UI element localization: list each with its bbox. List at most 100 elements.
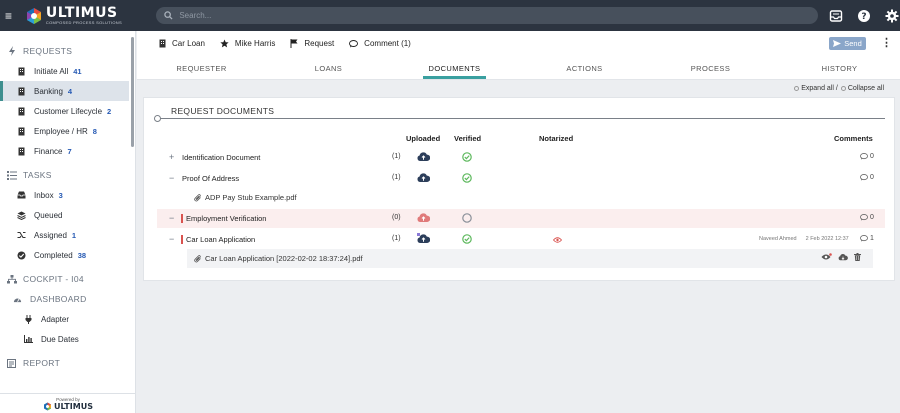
- sidebar-scrollbar[interactable]: [131, 37, 134, 147]
- file-row[interactable]: Car Loan Application [2022-02-02 18:37:2…: [187, 249, 873, 268]
- tab-history[interactable]: HISTORY: [787, 56, 892, 80]
- file-link[interactable]: Car Loan Application [2022-02-02 18:37:2…: [205, 254, 363, 263]
- send-icon: [833, 40, 842, 47]
- building-icon: [17, 147, 26, 156]
- app-logo[interactable]: ULTIMUS COMPOSED PROCESS SOLUTIONS: [25, 6, 142, 25]
- case-comment[interactable]: Comment (1): [349, 39, 411, 48]
- help-icon[interactable]: ?: [856, 8, 872, 24]
- search-bar[interactable]: [156, 7, 818, 24]
- document-row[interactable]: + Identification Document (1) 0: [157, 148, 885, 167]
- sidebar-item-due-dates[interactable]: Due Dates: [0, 329, 135, 349]
- verified-check-icon[interactable]: [462, 234, 472, 246]
- tab-bar: REQUESTER LOANS DOCUMENTS ACTIONS PROCES…: [137, 56, 900, 80]
- document-row[interactable]: − Car Loan Application (1) Naveed Ahmed 2…: [157, 230, 885, 249]
- sidebar-item-employee-hr[interactable]: Employee / HR 8: [0, 121, 135, 141]
- building-icon: [17, 127, 26, 136]
- comment-count[interactable]: 0: [860, 174, 874, 181]
- case-type[interactable]: Car Loan: [159, 39, 205, 48]
- building-icon: [159, 39, 166, 48]
- document-row[interactable]: − Proof Of Address (1) 0: [157, 169, 885, 188]
- cloud-upload-icon[interactable]: [417, 212, 431, 225]
- sidebar-section-requests[interactable]: REQUESTS: [0, 41, 135, 61]
- bar-chart-icon: [24, 335, 33, 343]
- card-collapse-toggle[interactable]: [154, 115, 161, 122]
- sidebar-item-completed[interactable]: Completed 38: [0, 245, 135, 265]
- split-arrow-icon: [17, 231, 26, 239]
- expand-collapse-controls: Expand all / Collapse all: [137, 80, 900, 96]
- cloud-upload-icon[interactable]: [417, 172, 431, 185]
- sidebar-item-banking[interactable]: Banking 4: [0, 81, 129, 101]
- notarized-eye-icon[interactable]: [552, 236, 563, 245]
- col-verified: Verified: [454, 134, 482, 143]
- more-options-icon[interactable]: ⋮: [881, 37, 892, 50]
- sidebar-item-initiate-all[interactable]: Initiate All 41: [0, 61, 135, 81]
- building-icon: [17, 67, 26, 76]
- collapse-icon[interactable]: −: [169, 235, 174, 244]
- verified-check-icon[interactable]: [462, 152, 472, 164]
- comment-count[interactable]: 1: [860, 235, 874, 242]
- tab-documents[interactable]: DOCUMENTS: [423, 56, 486, 80]
- comment-count[interactable]: 0: [860, 214, 874, 221]
- trash-icon[interactable]: [854, 253, 861, 261]
- comment-count[interactable]: 0: [860, 153, 874, 160]
- sidebar-item-finance[interactable]: Finance 7: [0, 141, 135, 161]
- comment-icon: [860, 214, 868, 221]
- sidebar-item-assigned[interactable]: Assigned 1: [0, 225, 135, 245]
- gear-icon[interactable]: [884, 8, 900, 24]
- sidebar-section-tasks[interactable]: TASKS: [0, 165, 135, 185]
- case-person[interactable]: Mike Harris: [220, 39, 275, 48]
- document-row-missing[interactable]: − Employment Verification (0) 0: [157, 209, 885, 228]
- collapse-icon[interactable]: −: [169, 214, 174, 223]
- collapse-dot-icon: [840, 85, 846, 91]
- tab-loans[interactable]: LOANS: [276, 56, 381, 80]
- tab-requester[interactable]: REQUESTER: [149, 56, 254, 80]
- svg-text:?: ?: [861, 12, 866, 22]
- logo-gem-icon: [44, 402, 52, 410]
- file-link[interactable]: ADP Pay Stub Example.pdf: [205, 193, 297, 202]
- sidebar-item-customer-lifecycle[interactable]: Customer Lifecycle 2: [0, 101, 135, 121]
- menu-icon[interactable]: ≡: [5, 10, 21, 22]
- collapse-all-link[interactable]: Collapse all: [848, 85, 884, 92]
- file-row[interactable]: ADP Pay Stub Example.pdf: [157, 188, 885, 207]
- required-marker: [181, 214, 183, 223]
- comment-icon: [860, 153, 868, 160]
- expand-dot-icon: [794, 85, 800, 91]
- sidebar-item-inbox[interactable]: Inbox 3: [0, 185, 135, 205]
- comment-icon: [349, 39, 359, 48]
- col-notarized: Notarized: [539, 134, 574, 143]
- sidebar-section-cockpit[interactable]: COCKPIT - I04: [0, 269, 135, 289]
- gauge-icon: [13, 295, 22, 303]
- view-icon[interactable]: [821, 253, 832, 261]
- unverified-circle-icon[interactable]: [462, 213, 472, 225]
- collapse-icon[interactable]: −: [169, 174, 174, 183]
- verified-check-icon[interactable]: [462, 173, 472, 185]
- col-uploaded: Uploaded: [406, 134, 441, 143]
- check-circle-icon: [17, 251, 26, 260]
- sidebar-section-dashboard[interactable]: DASHBOARD: [0, 289, 135, 309]
- sidebar-item-queued[interactable]: Queued: [0, 205, 135, 225]
- expand-all-link[interactable]: Expand all /: [801, 85, 838, 92]
- tab-process[interactable]: PROCESS: [658, 56, 763, 80]
- flag-icon: [290, 39, 298, 48]
- sitemap-icon: [6, 274, 17, 284]
- comment-author: Naveed Ahmed 2 Feb 2022 12:37: [759, 236, 849, 242]
- layers-icon: [17, 211, 26, 220]
- bolt-icon: [6, 46, 17, 56]
- sidebar-item-adapter[interactable]: Adapter: [0, 309, 135, 329]
- comment-icon: [860, 235, 868, 242]
- required-marker: [181, 235, 183, 244]
- tab-actions[interactable]: ACTIONS: [532, 56, 637, 80]
- send-button[interactable]: Send: [829, 37, 866, 50]
- cloud-upload-icon[interactable]: [417, 151, 431, 164]
- case-stage[interactable]: Request: [290, 39, 334, 48]
- powered-by-logo: ULTIMUS: [43, 402, 93, 411]
- cloud-download-icon[interactable]: [838, 253, 848, 261]
- cloud-upload-icon[interactable]: [417, 233, 431, 246]
- logo-subtitle: COMPOSED PROCESS SOLUTIONS: [45, 20, 122, 25]
- star-icon: [220, 39, 229, 48]
- expand-icon[interactable]: +: [169, 153, 174, 162]
- sidebar-section-report[interactable]: REPORT: [0, 353, 135, 373]
- inbox-tray-icon[interactable]: [828, 8, 844, 24]
- sidebar: REQUESTS Initiate All 41 Banking 4 Custo…: [0, 31, 136, 413]
- search-input[interactable]: [179, 11, 780, 20]
